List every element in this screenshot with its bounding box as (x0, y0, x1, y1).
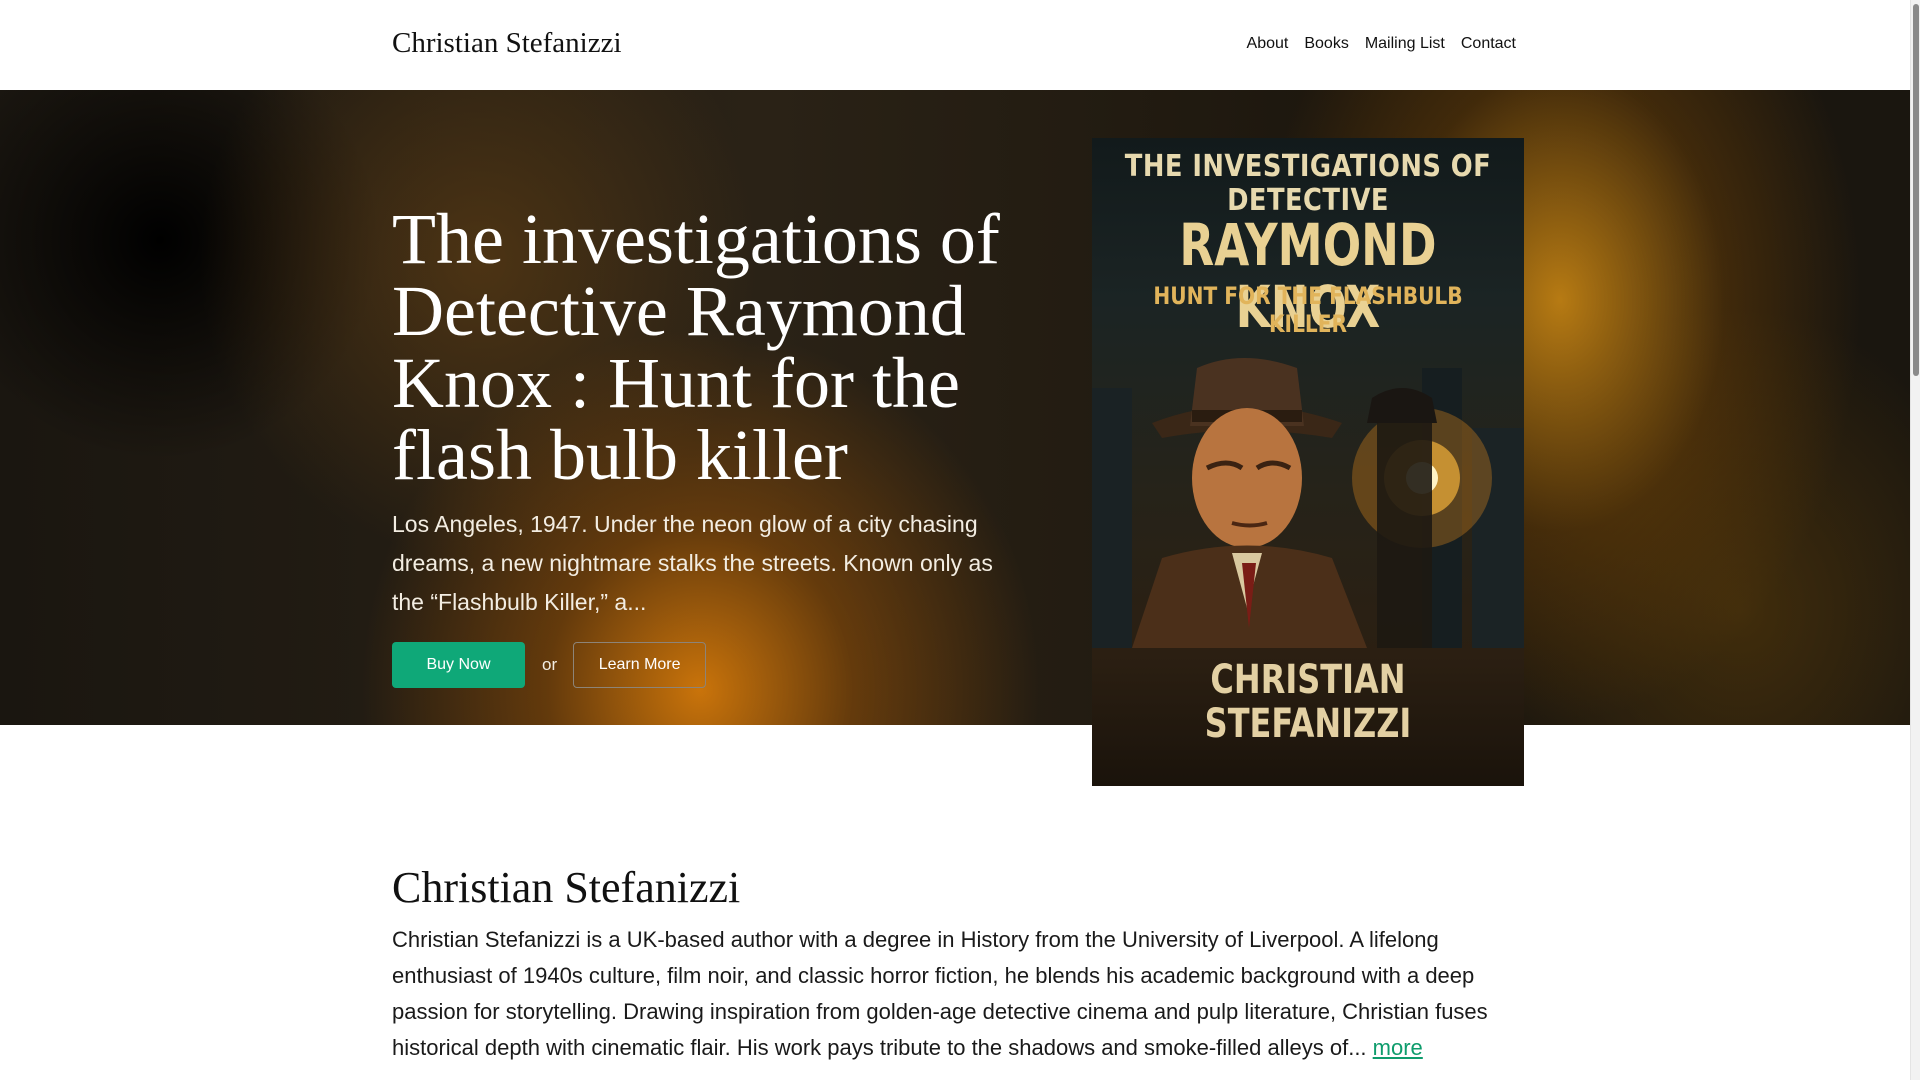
nav-about[interactable]: About (1247, 35, 1289, 53)
cover-top-line: THE INVESTIGATIONS OF DETECTIVE (1124, 149, 1492, 218)
hero-title: The investigations of Detective Raymond … (392, 199, 1000, 495)
hero-section: The investigations of Detective Raymond … (0, 90, 1910, 725)
about-body: Christian Stefanizzi is a UK-based autho… (392, 927, 1488, 1060)
book-cover[interactable]: THE INVESTIGATIONS OF DETECTIVE RAYMOND … (1092, 138, 1524, 786)
about-heading: Christian Stefanizzi (392, 863, 741, 912)
learn-more-button[interactable]: Learn More (573, 642, 707, 688)
or-separator: or (542, 655, 558, 674)
more-link[interactable]: more (1373, 1035, 1423, 1060)
main-nav: About Books Mailing List Contact (1247, 35, 1516, 53)
buy-now-button[interactable]: Buy Now (392, 642, 525, 688)
nav-contact[interactable]: Contact (1461, 35, 1516, 53)
nav-books[interactable]: Books (1304, 35, 1348, 53)
site-brand[interactable]: Christian Stefanizzi (392, 27, 622, 60)
cover-illustration (1092, 358, 1524, 648)
cover-author: CHRISTIAN STEFANIZZI (1204, 657, 1412, 747)
hero-actions: Buy Now or Learn More (392, 642, 707, 688)
site-header: Christian Stefanizzi About Books Mailing… (0, 0, 1910, 90)
hero-description: Los Angeles, 1947. Under the neon glow o… (392, 511, 993, 615)
about-text: Christian Stefanizzi is a UK-based autho… (392, 922, 1522, 1066)
page-scrollbar[interactable] (1910, 0, 1920, 1080)
nav-mailing-list[interactable]: Mailing List (1365, 35, 1445, 53)
scrollbar-thumb[interactable] (1913, 4, 1919, 376)
